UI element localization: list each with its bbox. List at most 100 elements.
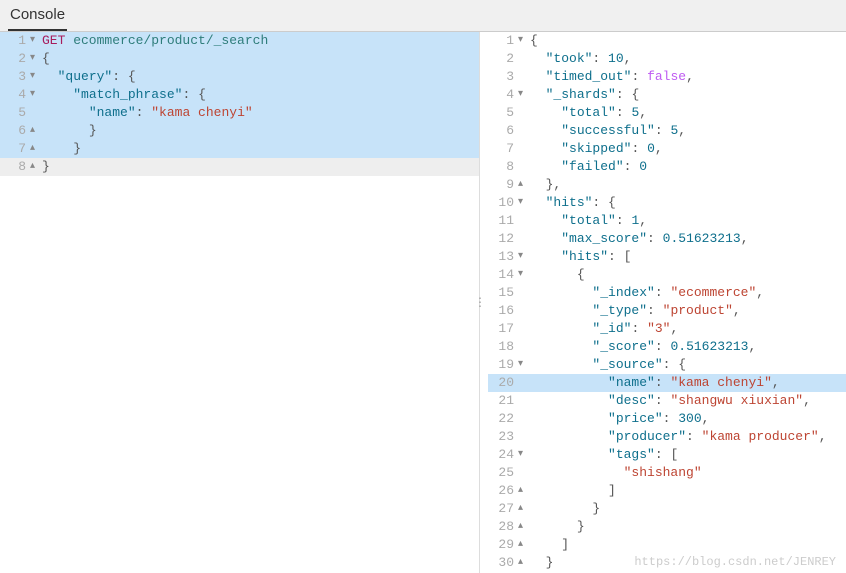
code-line[interactable]: 7 "skipped": 0, <box>488 140 846 158</box>
code-line[interactable]: 5 "total": 5, <box>488 104 846 122</box>
code-line[interactable]: 20 "name": "kama chenyi", <box>488 374 846 392</box>
code-line[interactable]: 19▾ "_source": { <box>488 356 846 374</box>
line-content: "tags": [ <box>530 447 678 462</box>
code-line[interactable]: 21 "desc": "shangwu xiuxian", <box>488 392 846 410</box>
code-line[interactable]: 6▴ } <box>0 122 479 140</box>
fold-toggle[interactable]: ▾ <box>518 32 530 50</box>
line-number: 2 <box>488 50 518 68</box>
code-line[interactable]: 4▾ "match_phrase": { <box>0 86 479 104</box>
line-number: 1 <box>0 32 30 50</box>
line-content: { <box>530 267 585 282</box>
line-content: "skipped": 0, <box>530 141 663 156</box>
response-pane[interactable]: 1▾{2 "took": 10,3 "timed_out": false,4▾ … <box>480 32 846 573</box>
fold-toggle[interactable]: ▴ <box>30 122 42 140</box>
fold-toggle[interactable]: ▾ <box>30 32 42 50</box>
line-content: "_score": 0.51623213, <box>530 339 756 354</box>
code-line[interactable]: 6 "successful": 5, <box>488 122 846 140</box>
request-pane[interactable]: 🔧 1▾GET ecommerce/product/_search2▾{3▾ "… <box>0 32 480 573</box>
fold-toggle[interactable]: ▴ <box>518 518 530 536</box>
code-line[interactable]: 11 "total": 1, <box>488 212 846 230</box>
code-line[interactable]: 1▾GET ecommerce/product/_search <box>0 32 479 50</box>
fold-toggle[interactable]: ▾ <box>518 446 530 464</box>
line-content: "shishang" <box>530 465 702 480</box>
code-line[interactable]: 4▾ "_shards": { <box>488 86 846 104</box>
line-number: 27 <box>488 500 518 518</box>
fold-toggle[interactable]: ▾ <box>30 50 42 68</box>
fold-toggle[interactable]: ▾ <box>518 248 530 266</box>
line-number: 26 <box>488 482 518 500</box>
code-line[interactable]: 27▴ } <box>488 500 846 518</box>
fold-toggle[interactable]: ▾ <box>518 86 530 104</box>
code-line[interactable]: 23 "producer": "kama producer", <box>488 428 846 446</box>
code-line[interactable]: 2 "took": 10, <box>488 50 846 68</box>
fold-toggle[interactable]: ▴ <box>518 554 530 572</box>
code-line[interactable]: 13▾ "hits": [ <box>488 248 846 266</box>
line-content: "failed": 0 <box>530 159 647 174</box>
code-line[interactable]: 26▴ ] <box>488 482 846 500</box>
line-number: 6 <box>0 122 30 140</box>
code-line[interactable]: 16 "_type": "product", <box>488 302 846 320</box>
line-content: "hits": { <box>530 195 616 210</box>
code-line[interactable]: 25 "shishang" <box>488 464 846 482</box>
code-line[interactable]: 12 "max_score": 0.51623213, <box>488 230 846 248</box>
code-line[interactable]: 3 "timed_out": false, <box>488 68 846 86</box>
code-line[interactable]: 7▴ } <box>0 140 479 158</box>
line-number: 20 <box>488 374 518 392</box>
fold-toggle[interactable]: ▴ <box>30 158 42 176</box>
fold-toggle[interactable]: ▴ <box>30 140 42 158</box>
code-line[interactable]: 1▾{ <box>488 32 846 50</box>
line-number: 18 <box>488 338 518 356</box>
line-number: 22 <box>488 410 518 428</box>
code-line[interactable]: 29▴ ] <box>488 536 846 554</box>
line-content: } <box>42 141 81 156</box>
line-number: 17 <box>488 320 518 338</box>
code-line[interactable]: 18 "_score": 0.51623213, <box>488 338 846 356</box>
line-content: } <box>530 519 585 534</box>
line-number: 3 <box>0 68 30 86</box>
line-content: } <box>42 159 50 174</box>
tab-bar: Console <box>0 0 846 32</box>
fold-toggle[interactable]: ▾ <box>518 356 530 374</box>
code-line[interactable]: 15 "_index": "ecommerce", <box>488 284 846 302</box>
tab-console[interactable]: Console <box>8 2 67 31</box>
code-line[interactable]: 28▴ } <box>488 518 846 536</box>
line-number: 5 <box>488 104 518 122</box>
line-number: 3 <box>488 68 518 86</box>
fold-toggle[interactable]: ▾ <box>30 86 42 104</box>
fold-toggle[interactable]: ▴ <box>518 482 530 500</box>
code-line[interactable]: 14▾ { <box>488 266 846 284</box>
line-content: } <box>530 501 600 516</box>
line-content: "timed_out": false, <box>530 69 694 84</box>
line-number: 9 <box>488 176 518 194</box>
line-content: "producer": "kama producer", <box>530 429 827 444</box>
line-number: 4 <box>0 86 30 104</box>
code-line[interactable]: 2▾{ <box>0 50 479 68</box>
fold-toggle[interactable]: ▾ <box>518 266 530 284</box>
fold-toggle[interactable]: ▴ <box>518 536 530 554</box>
pane-divider[interactable]: ⋮ <box>474 301 486 305</box>
code-line[interactable]: 17 "_id": "3", <box>488 320 846 338</box>
code-line[interactable]: 24▾ "tags": [ <box>488 446 846 464</box>
line-content: "_type": "product", <box>530 303 741 318</box>
line-number: 5 <box>0 104 30 122</box>
line-content: "query": { <box>42 69 136 84</box>
code-line[interactable]: 9▴ }, <box>488 176 846 194</box>
code-line[interactable]: 30▴ } <box>488 554 846 572</box>
line-content: } <box>530 555 553 570</box>
fold-toggle[interactable]: ▾ <box>518 194 530 212</box>
line-number: 21 <box>488 392 518 410</box>
line-content: { <box>42 51 50 66</box>
fold-toggle[interactable]: ▴ <box>518 500 530 518</box>
line-content: } <box>42 123 97 138</box>
code-line[interactable]: 5 "name": "kama chenyi" <box>0 104 479 122</box>
code-line[interactable]: 8 "failed": 0 <box>488 158 846 176</box>
line-number: 30 <box>488 554 518 572</box>
code-line[interactable]: 3▾ "query": { <box>0 68 479 86</box>
code-line[interactable]: 8▴} <box>0 158 479 176</box>
line-number: 6 <box>488 122 518 140</box>
code-line[interactable]: 10▾ "hits": { <box>488 194 846 212</box>
fold-toggle[interactable]: ▾ <box>30 68 42 86</box>
code-line[interactable]: 22 "price": 300, <box>488 410 846 428</box>
fold-toggle[interactable]: ▴ <box>518 176 530 194</box>
line-content: { <box>530 33 538 48</box>
